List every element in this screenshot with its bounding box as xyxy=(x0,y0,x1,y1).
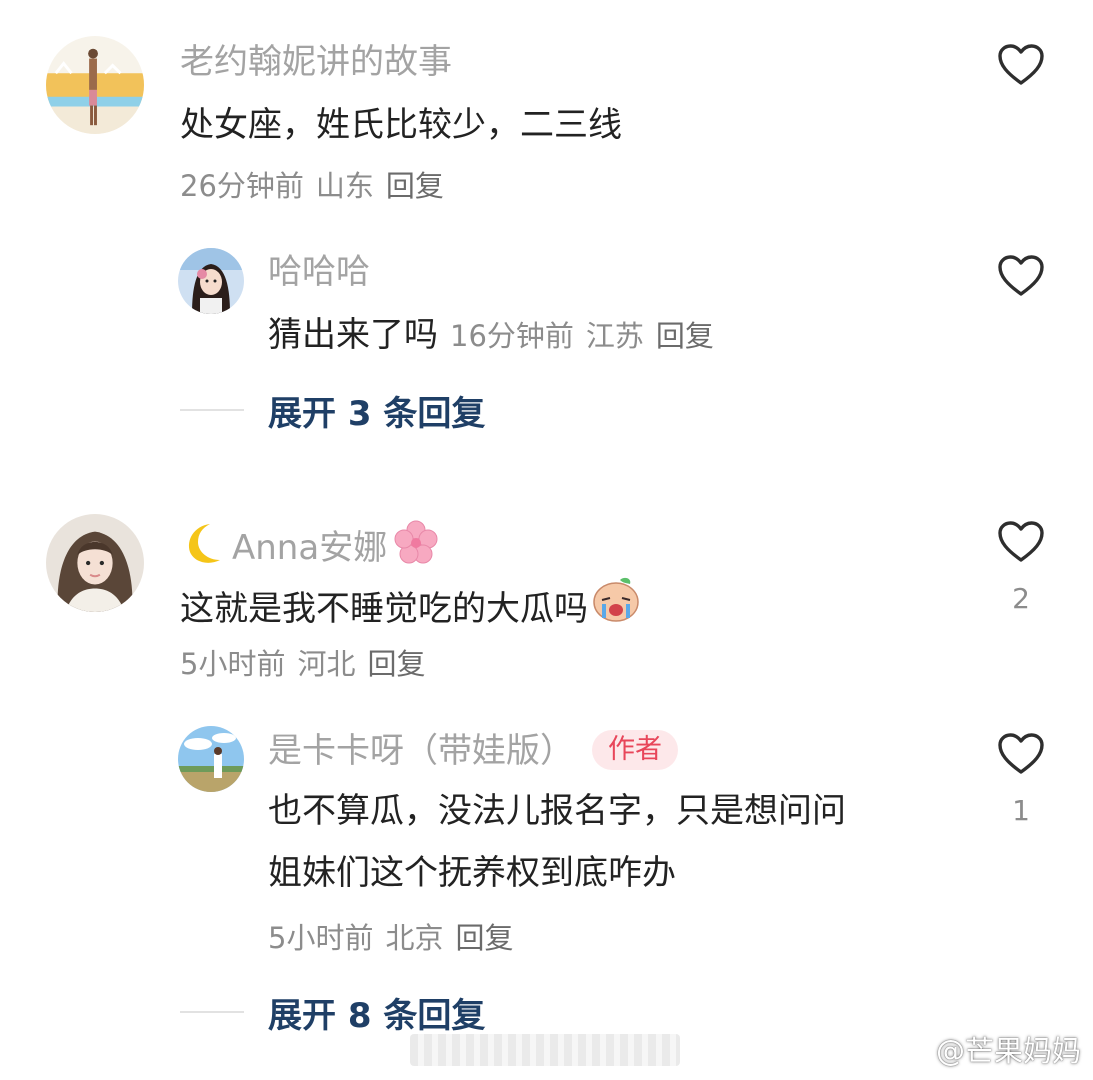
reply-username: 是卡卡呀（带娃版） xyxy=(268,731,574,771)
comment-meta: 5小时前 河北 回复 xyxy=(180,646,437,682)
reply-text: 也不算瓜，没法儿报名字，只是想问问 xyxy=(268,791,846,831)
comment-username: Anna安娜 xyxy=(232,527,388,568)
comment-username-row[interactable]: Anna安娜 xyxy=(180,518,441,577)
comment-section: 老约翰妮讲的故事 处女座，姓氏比较少，二三线 26分钟前 山东 回复 哈哈哈 猜… xyxy=(0,0,1093,1080)
weibo-logo-icon xyxy=(898,1037,931,1063)
expand-replies-button[interactable]: 展开 8 条回复 xyxy=(180,992,485,1036)
reply-text: 猜出来了吗 xyxy=(268,315,438,355)
like-button[interactable] xyxy=(997,254,1045,298)
reply-username-row[interactable]: 是卡卡呀（带娃版） 作者 xyxy=(268,730,678,771)
reply-button[interactable]: 回复 xyxy=(367,647,425,681)
comment-username[interactable]: 老约翰妮讲的故事 xyxy=(180,42,452,82)
reply-meta: 5小时前 北京 回复 xyxy=(268,920,525,956)
comment-text-row: 这就是我不睡觉吃的大瓜吗 xyxy=(180,574,642,644)
avatar[interactable] xyxy=(178,248,244,314)
reply-button[interactable]: 回复 xyxy=(455,921,513,955)
like-count: 2 xyxy=(1012,582,1030,615)
expand-replies-button[interactable]: 展开 3 条回复 xyxy=(180,390,485,434)
divider xyxy=(180,409,244,411)
reply-text-row: 猜出来了吗 16分钟前 江苏 回复 xyxy=(268,304,726,367)
comment-location: 河北 xyxy=(297,647,356,681)
reply-button[interactable]: 回复 xyxy=(656,319,714,353)
cherry-blossom-emoji-icon xyxy=(391,518,441,577)
reply-meta: 16分钟前 江苏 回复 xyxy=(450,319,726,353)
comment-time: 26分钟前 xyxy=(180,169,304,203)
reply-location: 江苏 xyxy=(585,319,644,353)
reply-button[interactable]: 回复 xyxy=(386,169,444,203)
comment-text: 这就是我不睡觉吃的大瓜吗 xyxy=(180,589,588,629)
avatar[interactable] xyxy=(46,36,144,134)
comment-time: 5小时前 xyxy=(180,647,286,681)
divider xyxy=(180,1011,244,1013)
watermark-text: @芒果妈妈 xyxy=(935,1034,1081,1068)
reply-text: 姐妹们这个抚养权到底咋办 xyxy=(268,853,676,893)
author-badge: 作者 xyxy=(592,730,678,770)
reply-location: 北京 xyxy=(385,921,444,955)
reply-username[interactable]: 哈哈哈 xyxy=(268,252,370,292)
avatar[interactable] xyxy=(178,726,244,792)
comment-text: 处女座，姓氏比较少，二三线 xyxy=(180,105,622,145)
crying-face-emoji-icon xyxy=(590,574,642,644)
comment-meta: 26分钟前 山东 回复 xyxy=(180,168,456,204)
like-button[interactable] xyxy=(997,43,1045,87)
expand-replies-label: 展开 8 条回复 xyxy=(268,995,486,1036)
like-button[interactable] xyxy=(997,520,1045,564)
reply-time: 5小时前 xyxy=(268,921,374,955)
heart-icon xyxy=(998,521,1044,562)
watermark: @芒果妈妈 xyxy=(898,1028,1081,1070)
heart-icon xyxy=(998,44,1044,85)
like-count: 1 xyxy=(1012,794,1030,827)
reply-time: 16分钟前 xyxy=(450,319,574,353)
crescent-moon-emoji-icon xyxy=(180,520,232,575)
like-button[interactable] xyxy=(997,732,1045,776)
heart-icon xyxy=(998,733,1044,774)
heart-icon xyxy=(998,255,1044,296)
expand-replies-label: 展开 3 条回复 xyxy=(268,393,486,434)
blurred-text xyxy=(410,1034,680,1066)
comment-location: 山东 xyxy=(315,169,374,203)
avatar[interactable] xyxy=(46,514,144,612)
